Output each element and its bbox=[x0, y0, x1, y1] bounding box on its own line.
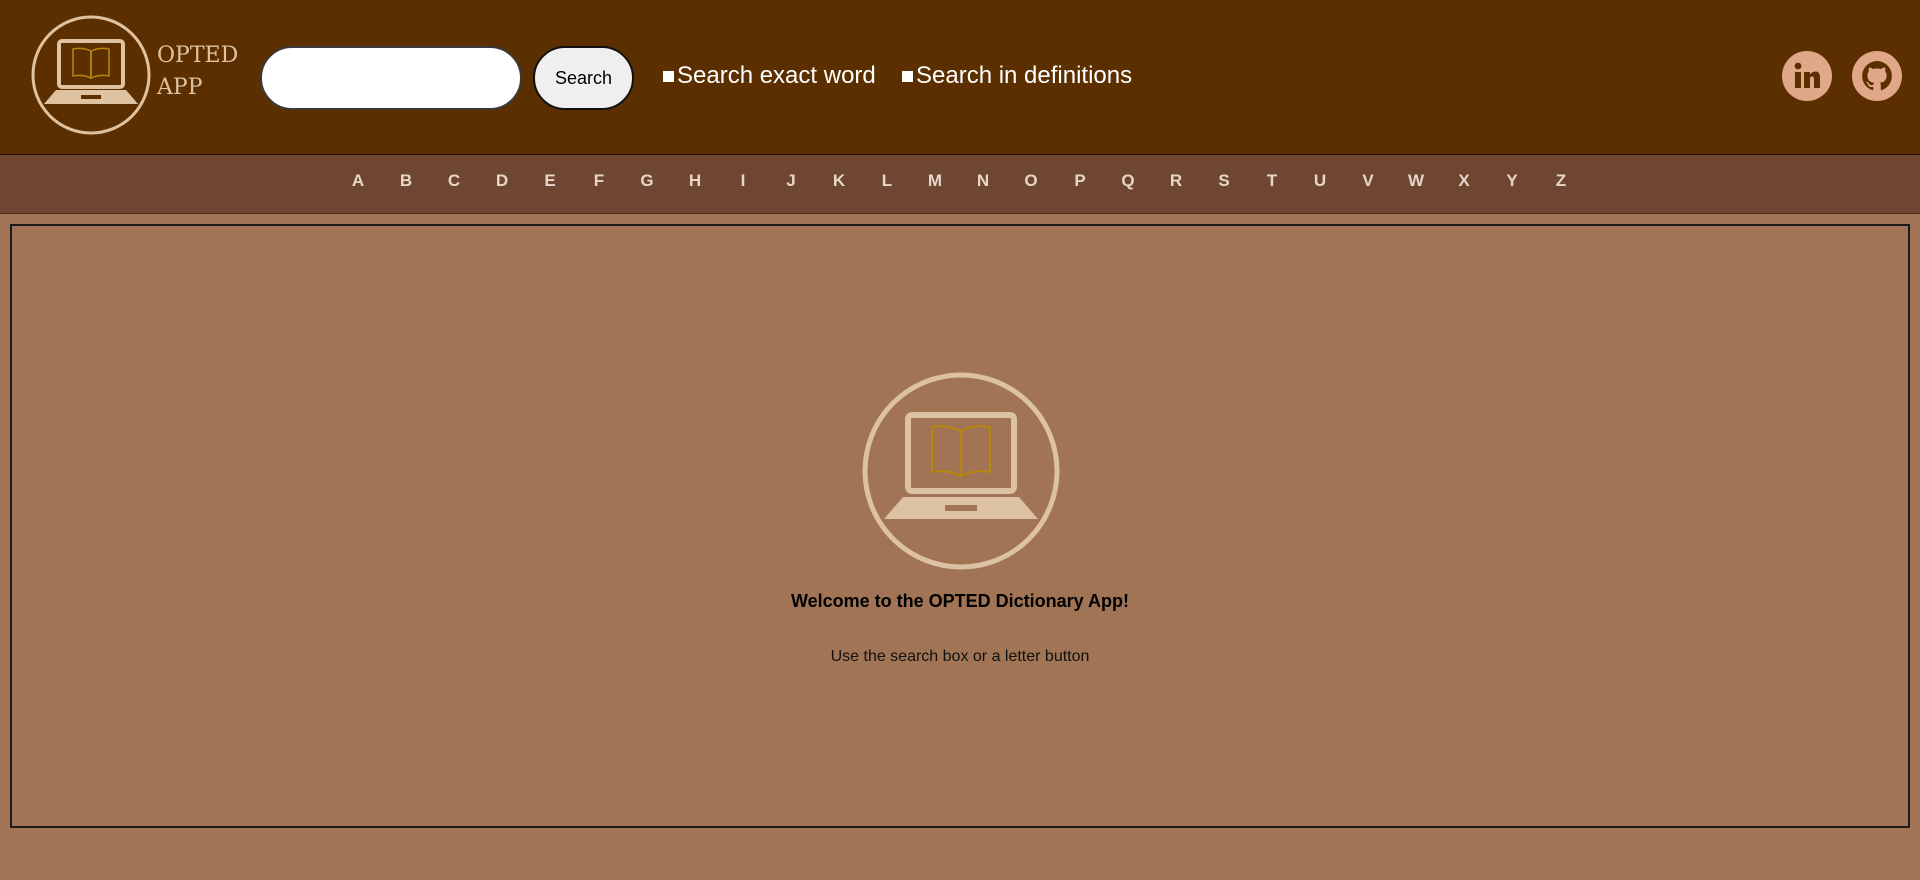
app-name: OPTED APP bbox=[157, 40, 238, 104]
app-logo[interactable] bbox=[30, 14, 152, 141]
app-name-line1: OPTED bbox=[157, 43, 239, 68]
letter-button-h[interactable]: H bbox=[681, 171, 709, 191]
letter-button-y[interactable]: Y bbox=[1498, 171, 1526, 191]
letter-button-b[interactable]: B bbox=[392, 171, 420, 191]
letter-button-s[interactable]: S bbox=[1210, 171, 1238, 191]
search-button[interactable]: Search bbox=[533, 46, 634, 110]
exact-word-option[interactable]: Search exact word bbox=[663, 62, 876, 90]
linkedin-icon bbox=[1794, 62, 1820, 88]
letter-button-q[interactable]: Q bbox=[1114, 171, 1142, 191]
definitions-label: Search in definitions bbox=[916, 62, 1133, 89]
letter-button-w[interactable]: W bbox=[1402, 171, 1430, 191]
laptop-book-icon bbox=[862, 372, 1060, 570]
letter-button-n[interactable]: N bbox=[969, 171, 997, 191]
letter-button-x[interactable]: X bbox=[1450, 171, 1478, 191]
letter-button-e[interactable]: E bbox=[536, 171, 564, 191]
letter-button-c[interactable]: C bbox=[440, 171, 468, 191]
letter-button-j[interactable]: J bbox=[777, 171, 805, 191]
letter-button-r[interactable]: R bbox=[1162, 171, 1190, 191]
exact-word-label: Search exact word bbox=[677, 62, 876, 89]
letter-button-g[interactable]: G bbox=[633, 171, 661, 191]
letter-button-u[interactable]: U bbox=[1306, 171, 1334, 191]
letter-button-p[interactable]: P bbox=[1066, 171, 1094, 191]
definitions-option[interactable]: Search in definitions bbox=[902, 62, 1132, 90]
letter-button-f[interactable]: F bbox=[585, 171, 613, 191]
letter-button-d[interactable]: D bbox=[488, 171, 516, 191]
letter-button-k[interactable]: K bbox=[825, 171, 853, 191]
letter-button-t[interactable]: T bbox=[1258, 171, 1286, 191]
welcome-heading: Welcome to the OPTED Dictionary App! bbox=[790, 591, 1130, 611]
letter-button-l[interactable]: L bbox=[873, 171, 901, 191]
header: OPTED APP Search Search exact word Searc… bbox=[0, 0, 1920, 155]
letter-button-a[interactable]: A bbox=[344, 171, 372, 191]
github-link[interactable] bbox=[1852, 51, 1902, 101]
laptop-book-icon bbox=[31, 15, 151, 135]
letter-button-m[interactable]: M bbox=[921, 171, 949, 191]
github-icon bbox=[1862, 61, 1892, 91]
hero-logo bbox=[861, 371, 1061, 576]
app-name-line2: APP bbox=[157, 75, 203, 100]
letter-button-i[interactable]: I bbox=[729, 171, 757, 191]
letter-button-z[interactable]: Z bbox=[1547, 171, 1575, 191]
letter-button-v[interactable]: V bbox=[1354, 171, 1382, 191]
letter-button-o[interactable]: O bbox=[1017, 171, 1045, 191]
letter-nav: ABCDE FGHIJKLMNO PQRSTUVWXY Z bbox=[0, 155, 1920, 214]
main-panel: Welcome to the OPTED Dictionary App! Use… bbox=[10, 224, 1910, 828]
search-input[interactable] bbox=[260, 46, 522, 110]
usage-hint: Use the search box or a letter button bbox=[830, 648, 1090, 665]
definitions-checkbox[interactable] bbox=[902, 70, 913, 82]
exact-word-checkbox[interactable] bbox=[663, 70, 674, 82]
linkedin-link[interactable] bbox=[1782, 51, 1832, 101]
